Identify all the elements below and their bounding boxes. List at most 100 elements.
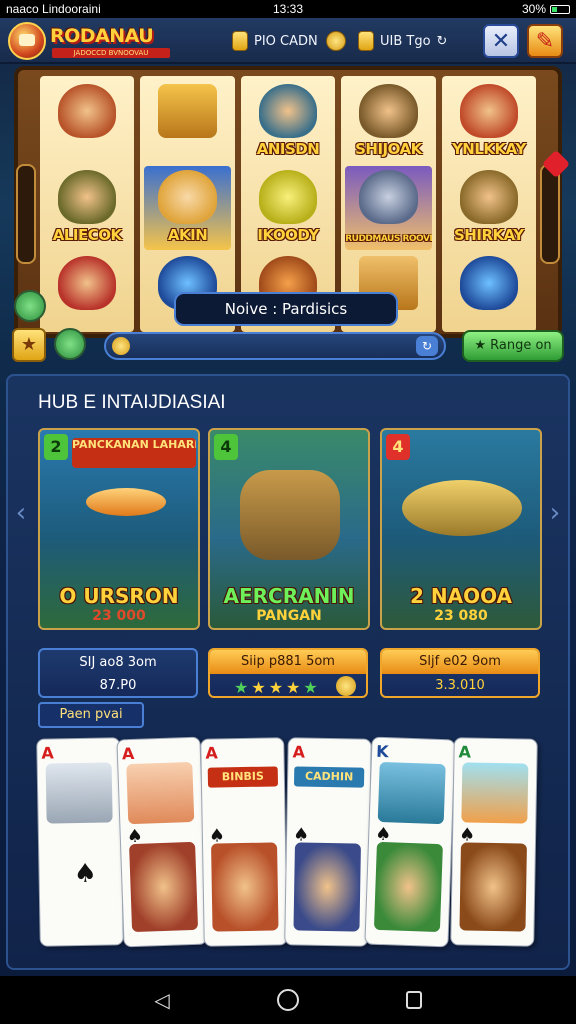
playing-card-4[interactable]: A CADHIN ♠ <box>284 737 372 947</box>
star-icon: ★ <box>286 678 301 697</box>
game-card-value: 23 080 <box>434 608 488 624</box>
card-banner: CADHIN <box>293 766 365 788</box>
spin-coin-button[interactable] <box>54 328 86 360</box>
promo-button[interactable]: ✎ <box>527 24 563 58</box>
promo-icon: ✎ <box>535 28 555 54</box>
fish-icon <box>86 488 166 516</box>
home-icon <box>277 989 299 1011</box>
right-lever <box>540 164 560 264</box>
stat-title: SIJ ao8 3om <box>79 655 157 670</box>
playing-card-3[interactable]: A BINBIS ♠ <box>200 737 288 947</box>
star-icon: ★ <box>268 678 284 697</box>
card-banner: BINBIS <box>207 766 279 788</box>
carrier-text: naaco Lindooraini <box>6 2 101 16</box>
currency-coin[interactable] <box>326 28 346 54</box>
status-bar: naaco Lindooraini 13:33 30% <box>0 0 576 18</box>
character-icon <box>158 170 217 224</box>
stat-value: 87.P0 <box>99 678 137 693</box>
game-card-value: PANGAN <box>256 608 322 624</box>
reel-5[interactable]: YNLKKAY SHIRKAY <box>441 76 537 332</box>
card-rank: A <box>292 742 306 762</box>
recents-icon <box>406 991 422 1009</box>
character-icon <box>293 842 361 932</box>
gold-bar-icon <box>232 31 248 51</box>
character-icon <box>58 84 117 138</box>
game-card-top-name: PANCKANAN LAHARDSRDIS <box>72 438 196 468</box>
game-card-3[interactable]: 4 2 NAOOA 23 080 <box>380 428 542 630</box>
game-card-number: 2 <box>44 434 68 460</box>
game-card-value: 23 000 <box>92 608 146 624</box>
info-button[interactable] <box>14 290 46 322</box>
close-button[interactable]: ✕ <box>483 24 519 58</box>
character-icon <box>258 84 318 138</box>
character-icon <box>459 842 527 932</box>
stat-box-2: Siip p881 5om ★ ★ ★ ★ ★ <box>208 648 368 698</box>
game-screen: naaco Lindooraini 13:33 30% RODANAU JADO… <box>0 0 576 1024</box>
currency-2[interactable]: UIB Tgo ↻ <box>358 28 447 54</box>
hub-panel: HUB E INTAIJDIASIAI ‹ › 2 PANCKANAN LAHA… <box>6 374 570 970</box>
reel-1[interactable]: ALIECOK <box>40 76 135 332</box>
coin-icon <box>336 676 356 696</box>
game-logo[interactable]: RODANAU JADOCCD BVNOOVAU <box>8 22 172 60</box>
card-rank: A <box>205 743 218 763</box>
game-card-name: AERCRANIN <box>223 584 355 608</box>
chevron-right-icon[interactable]: › <box>546 498 564 528</box>
character-icon <box>129 841 199 933</box>
play-pill-button[interactable]: Paen pvai <box>38 702 144 728</box>
recents-button[interactable] <box>401 987 427 1013</box>
reel-symbol: ANISDN <box>245 80 331 164</box>
card-suit: ♠ <box>73 858 98 890</box>
playing-card-2[interactable]: A ♠ <box>116 736 208 948</box>
game-card-2[interactable]: 4 AERCRANIN PANGAN <box>208 428 370 630</box>
range-button[interactable]: ★ Range on <box>462 330 564 362</box>
card-rank: A <box>41 743 54 763</box>
stat-title: Sljf e02 9om <box>382 650 538 674</box>
bet-slider[interactable]: ↻ <box>104 332 446 360</box>
reel-symbol <box>44 80 130 164</box>
character-icon <box>58 170 117 224</box>
character-icon <box>359 84 418 138</box>
reel-symbol <box>144 80 230 164</box>
refresh-icon: ↻ <box>436 33 448 49</box>
coin-icon <box>326 31 346 51</box>
battery-icon <box>550 4 570 14</box>
reel-symbol: RUDDMAUS ROOVDSN <box>345 166 432 250</box>
favorite-button[interactable]: ★ <box>12 328 46 362</box>
top-bar: RODANAU JADOCCD BVNOOVAU PIO CADN UIB Tg… <box>0 18 576 64</box>
logo-subtitle: JADOCCD BVNOOVAU <box>52 48 170 58</box>
stat-box-3: Sljf e02 9om 3.3.010 <box>380 648 540 698</box>
bet-coin-icon <box>112 337 130 355</box>
game-card-1[interactable]: 2 PANCKANAN LAHARDSRDIS O URSRON 23 000 <box>38 428 200 630</box>
status-right: 30% <box>522 2 570 16</box>
game-card-name: 2 NAOOA <box>409 584 513 608</box>
playing-card-5[interactable]: K ♠ <box>364 736 456 948</box>
fish-icon <box>359 170 418 224</box>
gold-bar-icon <box>358 31 374 51</box>
currency-2-label: UIB Tgo <box>380 33 431 49</box>
character-icon <box>58 256 117 310</box>
currency-1[interactable]: PIO CADN <box>232 28 318 54</box>
home-button[interactable] <box>275 987 301 1013</box>
character-icon <box>211 842 279 932</box>
reel-symbol: SHIRKAY <box>446 166 532 250</box>
bet-refresh-icon[interactable]: ↻ <box>416 336 438 356</box>
creature-icon <box>258 170 318 224</box>
reel-symbol <box>446 252 532 332</box>
well-icon <box>240 470 340 560</box>
logo-emblem-icon <box>8 22 46 60</box>
star-icon: ★ <box>251 678 266 697</box>
chevron-left-icon[interactable]: ‹ <box>12 498 30 528</box>
fish-icon <box>377 761 446 825</box>
currency-1-label: PIO CADN <box>254 33 318 49</box>
character-icon <box>459 84 519 138</box>
reel-symbol: YNLKKAY <box>446 80 532 164</box>
playing-card-1[interactable]: A ♠ <box>36 737 124 947</box>
back-icon[interactable]: ◁ <box>149 987 175 1013</box>
rating-stars: ★ ★ ★ ★ ★ <box>234 678 318 697</box>
playing-card-6[interactable]: A ♠ <box>450 737 538 947</box>
stat-value: 3.3.010 <box>435 678 485 693</box>
fish-icon <box>461 762 529 824</box>
left-lever <box>16 164 36 264</box>
game-card-number: 4 <box>214 434 238 460</box>
fish-icon <box>126 761 195 825</box>
